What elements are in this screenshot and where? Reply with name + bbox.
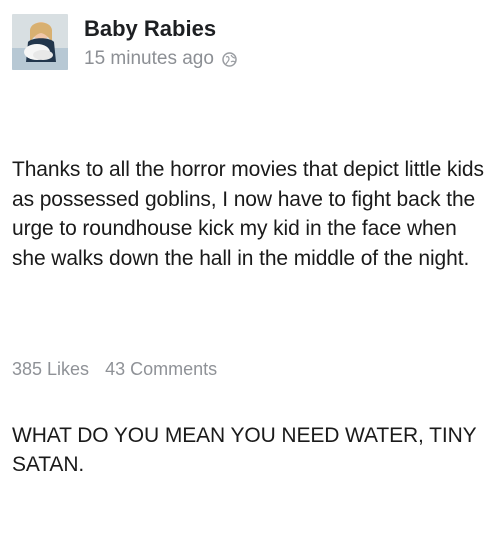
avatar[interactable] (12, 14, 68, 70)
avatar-image (12, 14, 68, 70)
post-paragraph: Thanks to all the horror movies that dep… (12, 158, 490, 270)
author-name[interactable]: Baby Rabies (84, 16, 237, 42)
time-row: 15 minutes ago (84, 48, 237, 70)
timestamp[interactable]: 15 minutes ago (84, 48, 214, 70)
post-body: Thanks to all the horror movies that dep… (12, 96, 492, 539)
likes-count[interactable]: 385 Likes (12, 358, 89, 380)
post-stats: 385 Likes 43 Comments (12, 358, 217, 380)
post-card: Baby Rabies 15 minutes ago Thanks to all… (0, 0, 499, 476)
post-meta: Baby Rabies 15 minutes ago (84, 14, 237, 70)
comments-count[interactable]: 43 Comments (105, 358, 217, 380)
post-header: Baby Rabies 15 minutes ago (12, 14, 237, 78)
post-paragraph: WHAT DO YOU MEAN YOU NEED WATER, TINY SA… (12, 423, 482, 477)
globe-icon[interactable] (222, 51, 237, 67)
